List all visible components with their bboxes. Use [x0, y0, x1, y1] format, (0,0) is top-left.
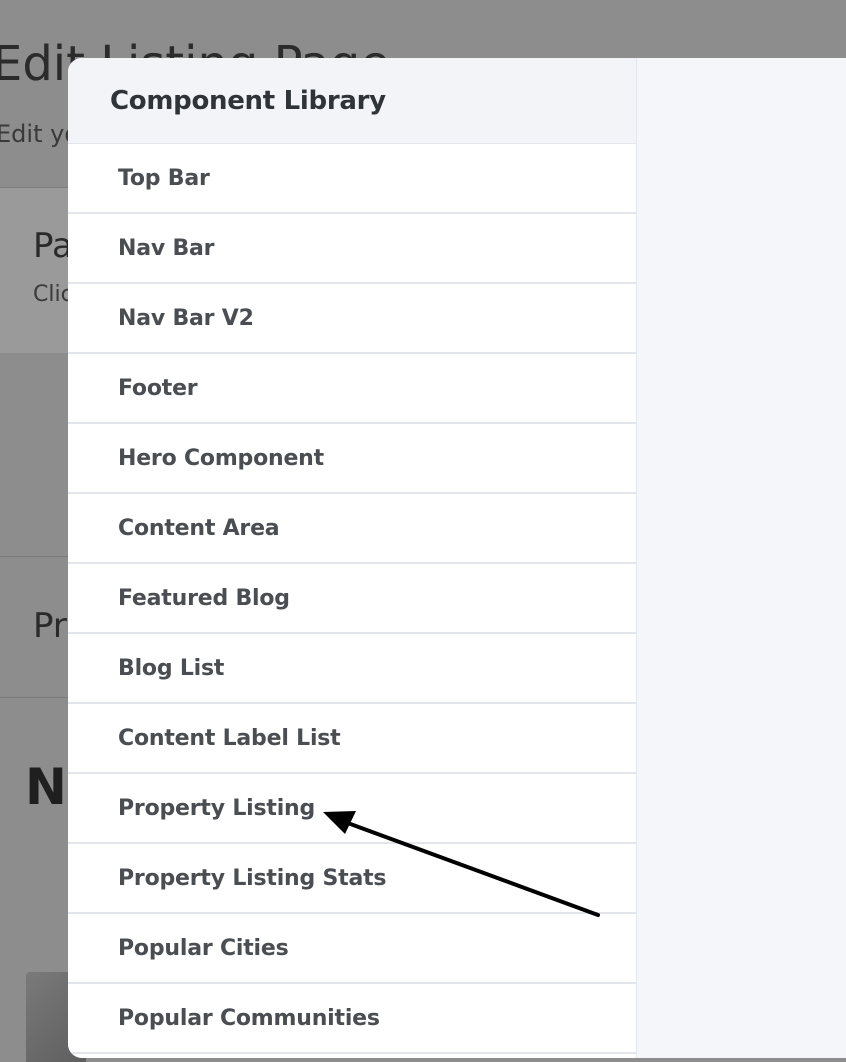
component-item-label: Popular Communities — [118, 1005, 380, 1031]
component-list: Top Bar Nav Bar Nav Bar V2 Footer Hero C… — [68, 144, 636, 1054]
component-item-featured-blog[interactable]: Featured Blog — [68, 564, 636, 634]
component-item-footer[interactable]: Footer — [68, 354, 636, 424]
component-item-top-bar[interactable]: Top Bar — [68, 144, 636, 214]
component-library-modal: Component Library Top Bar Nav Bar Nav Ba… — [68, 58, 846, 1058]
component-item-label: Footer — [118, 375, 198, 401]
component-item-label: Nav Bar V2 — [118, 305, 254, 331]
component-item-label: Featured Blog — [118, 585, 290, 611]
component-item-popular-communities[interactable]: Popular Communities — [68, 984, 636, 1054]
component-item-label: Hero Component — [118, 445, 324, 471]
component-item-content-area[interactable]: Content Area — [68, 494, 636, 564]
component-item-label: Top Bar — [118, 165, 210, 191]
component-item-label: Blog List — [118, 655, 225, 681]
component-item-content-label-list[interactable]: Content Label List — [68, 704, 636, 774]
component-item-label: Nav Bar — [118, 235, 215, 261]
component-item-property-listing[interactable]: Property Listing — [68, 774, 636, 844]
component-library-title: Component Library — [110, 85, 386, 116]
component-item-label: Property Listing Stats — [118, 865, 387, 891]
component-library-panel: Component Library Top Bar Nav Bar Nav Ba… — [68, 58, 637, 1058]
component-item-label: Content Label List — [118, 725, 341, 751]
component-item-hero-component[interactable]: Hero Component — [68, 424, 636, 494]
component-item-label: Property Listing — [118, 795, 316, 821]
component-item-property-listing-stats[interactable]: Property Listing Stats — [68, 844, 636, 914]
component-item-popular-cities[interactable]: Popular Cities — [68, 914, 636, 984]
component-library-header: Component Library — [68, 58, 636, 144]
component-item-nav-bar[interactable]: Nav Bar — [68, 214, 636, 284]
component-item-nav-bar-v2[interactable]: Nav Bar V2 — [68, 284, 636, 354]
component-preview-panel — [637, 58, 846, 1058]
component-item-blog-list[interactable]: Blog List — [68, 634, 636, 704]
component-item-label: Content Area — [118, 515, 280, 541]
component-item-label: Popular Cities — [118, 935, 289, 961]
